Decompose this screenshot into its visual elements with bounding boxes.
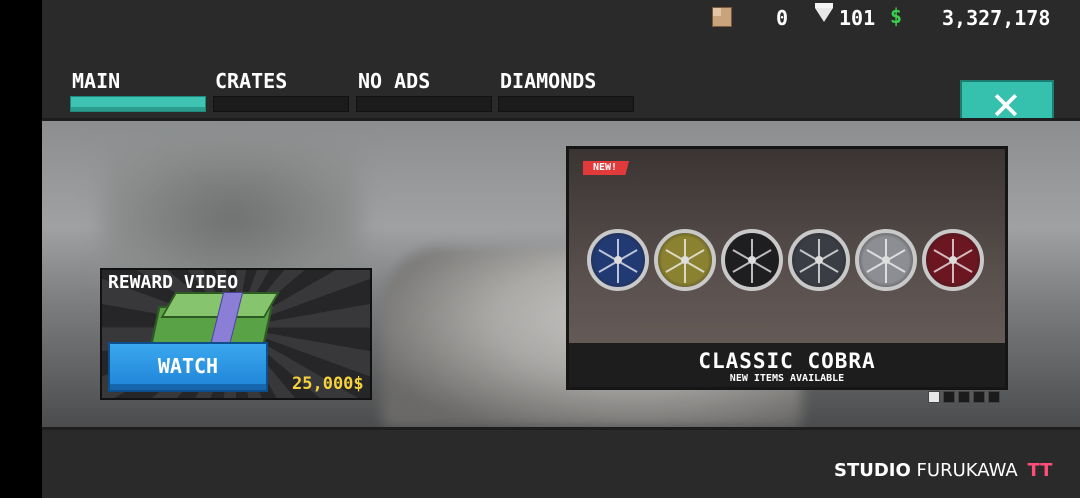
wheel-hub — [815, 256, 823, 264]
tab-indicator — [213, 96, 349, 112]
watch-label: WATCH — [157, 354, 219, 378]
game-screen: 0 101 $ 3,327,178 MAIN CRATES NO ADS DIA… — [42, 0, 1080, 498]
page-dot[interactable] — [928, 391, 940, 403]
wheel-hub — [614, 256, 622, 264]
studio-branding: STUDIO FURUKAWA TT — [834, 460, 1052, 481]
crate-count: 0 — [776, 6, 789, 30]
tab-label: CRATES — [215, 69, 288, 93]
page-dot[interactable] — [943, 391, 955, 403]
wheel-icon — [922, 229, 984, 291]
wheel-lineup — [587, 229, 997, 295]
wheel-icon — [788, 229, 850, 291]
reward-video-card: REWARD VIDEO WATCH 25,000$ — [100, 268, 372, 400]
dollar-icon: $ — [890, 4, 903, 28]
tab-indicator — [498, 96, 634, 112]
wheel-icon — [721, 229, 783, 291]
tab-indicator — [356, 96, 492, 112]
diamond-count: 101 — [839, 6, 876, 30]
tab-label: NO ADS — [358, 69, 431, 93]
tab-indicator — [70, 96, 206, 112]
wheel-icon — [587, 229, 649, 291]
page-dot[interactable] — [988, 391, 1000, 403]
crate-icon — [712, 7, 732, 27]
brand-name: FURUKAWA — [916, 460, 1018, 481]
tab-no-ads[interactable]: NO ADS — [356, 66, 492, 112]
new-badge: NEW! — [583, 161, 630, 175]
wheel-hub — [748, 256, 756, 264]
wheel-hub — [882, 256, 890, 264]
tab-crates[interactable]: CRATES — [213, 66, 349, 112]
watch-button[interactable]: WATCH — [108, 342, 268, 392]
money-count: 3,327,178 — [942, 6, 1051, 30]
page-dot[interactable] — [973, 391, 985, 403]
wheel-icon — [654, 229, 716, 291]
diamond-icon — [815, 3, 833, 22]
tab-main[interactable]: MAIN — [70, 66, 206, 112]
promo-title: CLASSIC COBRA — [698, 349, 876, 373]
brand-studio: STUDIO — [834, 460, 911, 481]
reward-amount: 25,000$ — [292, 374, 364, 394]
reward-title: REWARD VIDEO — [108, 272, 239, 293]
tab-label: DIAMONDS — [500, 69, 597, 93]
page-dot[interactable] — [958, 391, 970, 403]
promo-subtitle: NEW ITEMS AVAILABLE — [729, 373, 845, 384]
tab-diamonds[interactable]: DIAMONDS — [498, 66, 634, 112]
furukawa-logo-icon: TT — [1027, 460, 1053, 481]
resource-bar: 0 101 $ 3,327,178 — [42, 0, 1080, 36]
wheel-hub — [949, 256, 957, 264]
promo-card-classic-cobra[interactable]: NEW! CLASSIC COBRA NEW ITEMS AVAILABLE — [566, 146, 1008, 390]
wheel-hub — [681, 256, 689, 264]
wheel-icon — [855, 229, 917, 291]
tab-label: MAIN — [72, 69, 121, 93]
